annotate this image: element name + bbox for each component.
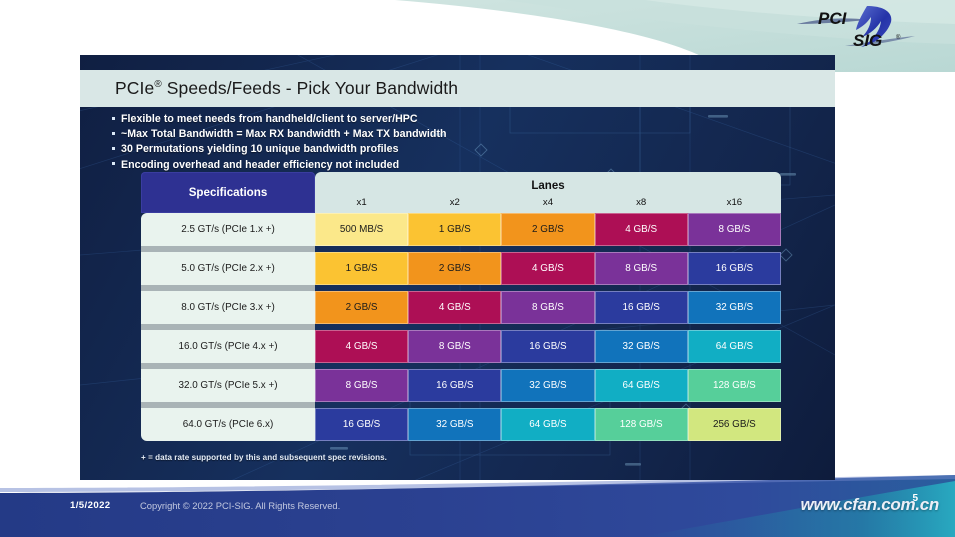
list-item: Flexible to meet needs from handheld/cli… xyxy=(112,112,752,126)
bandwidth-cell-x1: 500 MB/S xyxy=(315,213,409,246)
bandwidth-cell-x1: 2 GB/S xyxy=(315,291,409,324)
bandwidth-cell-x1: 4 GB/S xyxy=(315,330,409,363)
bandwidth-cell-x16: 32 GB/S xyxy=(687,291,781,324)
bandwidth-cell-x16: 8 GB/S xyxy=(687,213,781,246)
square-bullet-icon xyxy=(112,127,121,141)
table-row: 5.0 GT/s (PCIe 2.x +) 1 GB/S 2 GB/S 4 GB/S 8… xyxy=(141,252,781,285)
list-item: Encoding overhead and header efficiency … xyxy=(112,158,752,172)
pci-sig-logo: PCI SIG ® xyxy=(797,6,915,50)
bandwidth-cell-x1: 16 GB/S xyxy=(315,408,409,441)
square-bullet-icon xyxy=(112,158,121,172)
bullet-list: Flexible to meet needs from handheld/cli… xyxy=(112,112,752,173)
lane-column-header-x16: x16 xyxy=(687,192,781,213)
spec-cell: 8.0 GT/s (PCIe 3.x +) xyxy=(141,291,315,324)
bandwidth-cell-x16: 16 GB/S xyxy=(687,252,781,285)
bandwidth-table: Specifications Lanes x1 x2 x4 x8 x16 2.5 GT/… xyxy=(141,172,781,441)
bandwidth-cell-x16: 256 GB/S xyxy=(687,408,781,441)
bandwidth-cell-x4: 4 GB/S xyxy=(501,252,595,285)
slide-content: PCIe® Speeds/Feeds - Pick Your Bandwidth… xyxy=(80,55,835,480)
logo-trademark-text: ® xyxy=(896,34,901,41)
bandwidth-table-container: Specifications Lanes x1 x2 x4 x8 x16 2.5 GT/… xyxy=(141,172,781,441)
table-head: Specifications Lanes x1 x2 x4 x8 x16 xyxy=(141,172,781,213)
lanes-group-header: Lanes xyxy=(315,172,781,192)
registered-trademark-symbol: ® xyxy=(154,79,162,91)
bandwidth-cell-x2: 2 GB/S xyxy=(408,252,502,285)
bandwidth-cell-x8: 8 GB/S xyxy=(594,252,688,285)
bandwidth-cell-x8: 32 GB/S xyxy=(594,330,688,363)
spec-cell: 16.0 GT/s (PCIe 4.x +) xyxy=(141,330,315,363)
logo-sig-text: SIG xyxy=(853,31,882,50)
page-number: 5 xyxy=(912,493,918,504)
table-header-row-lanes: Specifications Lanes xyxy=(141,172,781,213)
bandwidth-cell-x2: 16 GB/S xyxy=(408,369,502,402)
watermark-text: www.cfan.com.cn xyxy=(800,495,940,514)
bandwidth-cell-x4: 32 GB/S xyxy=(501,369,595,402)
square-bullet-icon xyxy=(112,142,121,156)
bandwidth-cell-x2: 8 GB/S xyxy=(408,330,502,363)
bandwidth-cell-x4: 2 GB/S xyxy=(501,213,595,246)
logo-pci-text: PCI xyxy=(818,9,848,28)
lane-column-header-x2: x2 xyxy=(408,192,502,213)
bandwidth-cell-x1: 1 GB/S xyxy=(315,252,409,285)
spec-column-header: Specifications xyxy=(141,172,315,213)
bullet-text: 30 Permutations yielding 10 unique bandw… xyxy=(121,143,399,156)
table-row: 16.0 GT/s (PCIe 4.x +) 4 GB/S 8 GB/S 16 GB/… xyxy=(141,330,781,363)
square-bullet-icon xyxy=(112,112,121,126)
spec-cell: 2.5 GT/s (PCIe 1.x +) xyxy=(141,213,315,246)
table-row: 8.0 GT/s (PCIe 3.x +) 2 GB/S 4 GB/S 8 GB/S 1… xyxy=(141,291,781,324)
bandwidth-cell-x8: 16 GB/S xyxy=(594,291,688,324)
bandwidth-cell-x4: 16 GB/S xyxy=(501,330,595,363)
table-footnote: + = data rate supported by this and subs… xyxy=(141,453,387,462)
bandwidth-cell-x2: 32 GB/S xyxy=(408,408,502,441)
slide-title-bar: PCIe® Speeds/Feeds - Pick Your Bandwidth xyxy=(80,70,835,107)
table-row: 32.0 GT/s (PCIe 5.x +) 8 GB/S 16 GB/S 32 GB… xyxy=(141,369,781,402)
lane-column-header-x1: x1 xyxy=(315,192,409,213)
footer-date: 1/5/2022 xyxy=(70,500,111,511)
footer-bar: 1/5/2022 Copyright © 2022 PCI-SIG. All R… xyxy=(0,479,955,537)
spec-cell: 64.0 GT/s (PCIe 6.x) xyxy=(141,408,315,441)
bandwidth-cell-x8: 64 GB/S xyxy=(594,369,688,402)
bandwidth-cell-x2: 4 GB/S xyxy=(408,291,502,324)
lane-column-header-x4: x4 xyxy=(501,192,595,213)
bandwidth-cell-x8: 128 GB/S xyxy=(594,408,688,441)
bandwidth-cell-x8: 4 GB/S xyxy=(594,213,688,246)
bullet-text: ~Max Total Bandwidth = Max RX bandwidth … xyxy=(121,128,447,141)
bandwidth-cell-x1: 8 GB/S xyxy=(315,369,409,402)
bandwidth-cell-x2: 1 GB/S xyxy=(408,213,502,246)
table-row: 2.5 GT/s (PCIe 1.x +) 500 MB/S 1 GB/S 2 GB/… xyxy=(141,213,781,246)
page-title-main: PCIe xyxy=(115,78,155,98)
bandwidth-cell-x4: 64 GB/S xyxy=(501,408,595,441)
bandwidth-cell-x16: 64 GB/S xyxy=(687,330,781,363)
bullet-text: Flexible to meet needs from handheld/cli… xyxy=(121,113,418,125)
page-title: PCIe® Speeds/Feeds - Pick Your Bandwidth xyxy=(115,78,458,99)
table-row: 64.0 GT/s (PCIe 6.x) 16 GB/S 32 GB/S 64 GB/… xyxy=(141,408,781,441)
list-item: ~Max Total Bandwidth = Max RX bandwidth … xyxy=(112,127,752,141)
lane-column-header-x8: x8 xyxy=(594,192,688,213)
table-body: 2.5 GT/s (PCIe 1.x +) 500 MB/S 1 GB/S 2 GB/… xyxy=(141,213,781,441)
page-title-rest: Speeds/Feeds - Pick Your Bandwidth xyxy=(161,78,459,98)
spec-cell: 32.0 GT/s (PCIe 5.x +) xyxy=(141,369,315,402)
footer-copyright: Copyright © 2022 PCI-SIG. All Rights Res… xyxy=(140,500,341,511)
spec-cell: 5.0 GT/s (PCIe 2.x +) xyxy=(141,252,315,285)
bandwidth-cell-x4: 8 GB/S xyxy=(501,291,595,324)
bullet-text: Encoding overhead and header efficiency … xyxy=(121,158,400,171)
bandwidth-cell-x16: 128 GB/S xyxy=(687,369,781,402)
list-item: 30 Permutations yielding 10 unique bandw… xyxy=(112,142,752,156)
